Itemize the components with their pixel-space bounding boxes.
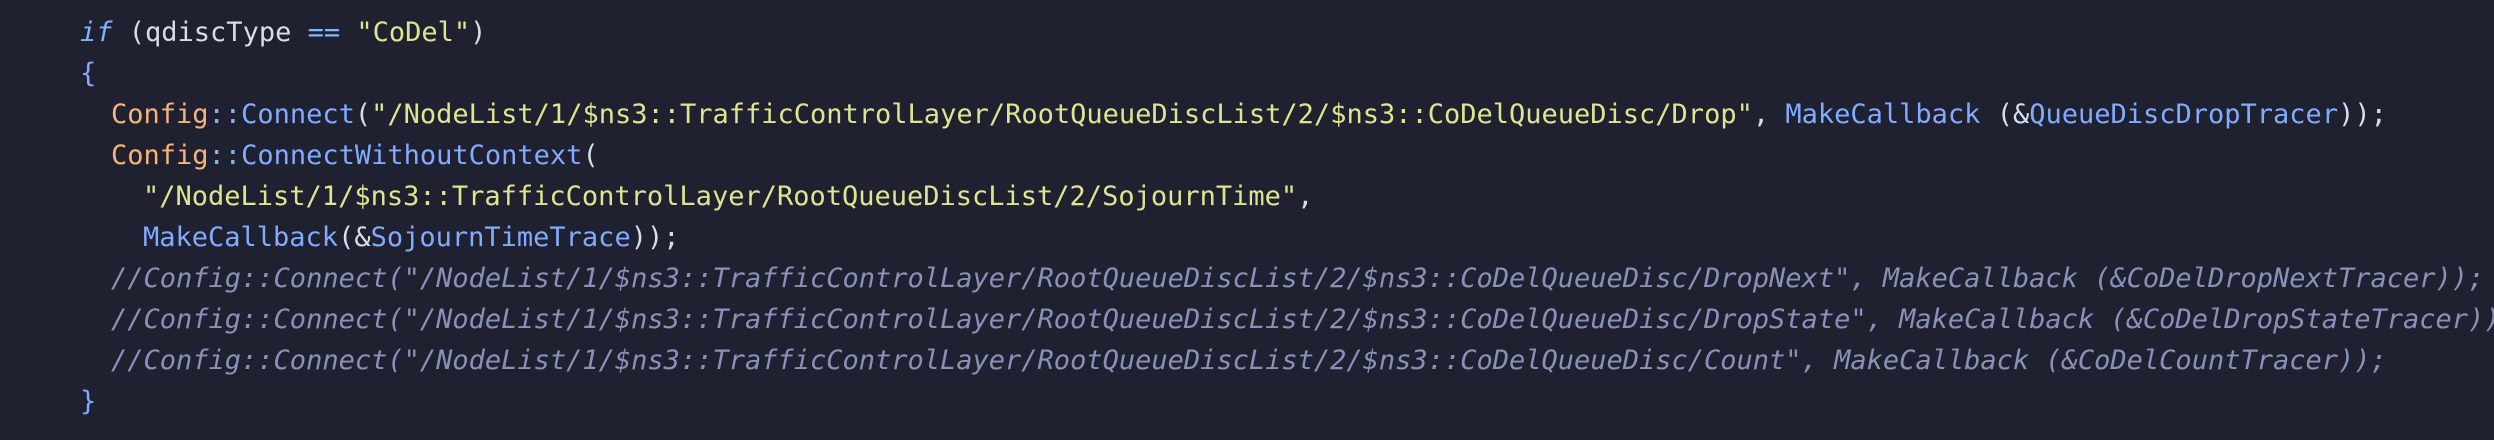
- paren-open: (: [338, 222, 355, 253]
- code-line-connect-drop: Config::Connect("/NodeList/1/$ns3::Traff…: [0, 94, 2494, 135]
- paren-close: ));: [2338, 99, 2387, 130]
- code-line-if: if (qdiscType == "CoDel"): [0, 12, 2494, 53]
- code-line-open-brace: {: [0, 53, 2494, 94]
- comma: ,: [1297, 181, 1314, 212]
- class-config: Config: [111, 140, 209, 171]
- ampersand: &: [354, 222, 371, 253]
- scope-operator: ::: [208, 140, 242, 171]
- function-make-callback: MakeCallback: [143, 222, 339, 253]
- paren-close: ));: [630, 222, 680, 253]
- operator-equals: ==: [291, 17, 357, 48]
- comment-drop-state: //Config::Connect("/NodeList/1/$ns3::Tra…: [111, 304, 2494, 335]
- code-line-comment-drop-state: //Config::Connect("/NodeList/1/$ns3::Tra…: [0, 299, 2494, 340]
- code-editor[interactable]: if (qdiscType == "CoDel") { Config::Conn…: [0, 0, 2494, 440]
- paren-open: (: [354, 99, 372, 130]
- tracer-sojourn-time: SojournTimeTrace: [370, 222, 631, 253]
- paren-close: ): [470, 17, 487, 48]
- paren-open: (: [582, 140, 599, 171]
- tracer-queue-disc-drop: QueueDiscDropTracer: [2029, 99, 2339, 130]
- paren-open: (: [1980, 99, 2013, 130]
- function-connect-without-context: ConnectWithoutContext: [241, 140, 583, 171]
- string-sojourn-path: "/NodeList/1/$ns3::TrafficControlLayer/R…: [143, 181, 1298, 212]
- code-line-comment-count: //Config::Connect("/NodeList/1/$ns3::Tra…: [0, 340, 2494, 381]
- code-line-comment-drop-next: //Config::Connect("/NodeList/1/$ns3::Tra…: [0, 258, 2494, 299]
- function-connect: Connect: [241, 99, 355, 130]
- comma: ,: [1752, 99, 1786, 130]
- code-line-close-brace: }: [0, 381, 2494, 422]
- variable-qdisc-type: qdiscType: [145, 17, 292, 48]
- comment-drop-next: //Config::Connect("/NodeList/1/$ns3::Tra…: [111, 263, 2485, 294]
- keyword-if: if: [80, 17, 113, 48]
- code-line-sojourn-path: "/NodeList/1/$ns3::TrafficControlLayer/R…: [0, 176, 2494, 217]
- comment-count: //Config::Connect("/NodeList/1/$ns3::Tra…: [111, 345, 2387, 376]
- function-make-callback: MakeCallback: [1785, 99, 1981, 130]
- code-line-sojourn-callback: MakeCallback(&SojournTimeTrace));: [0, 217, 2494, 258]
- close-brace: }: [80, 386, 97, 417]
- string-codel: "CoDel": [356, 17, 471, 48]
- code-line-connect-without-context: Config::ConnectWithoutContext(: [0, 135, 2494, 176]
- paren-open: (: [112, 17, 146, 48]
- open-brace: {: [80, 58, 97, 89]
- scope-operator: ::: [208, 99, 242, 130]
- string-drop-path: "/NodeList/1/$ns3::TrafficControlLayer/R…: [371, 99, 1753, 130]
- ampersand: &: [2012, 99, 2030, 130]
- class-config: Config: [111, 99, 209, 130]
